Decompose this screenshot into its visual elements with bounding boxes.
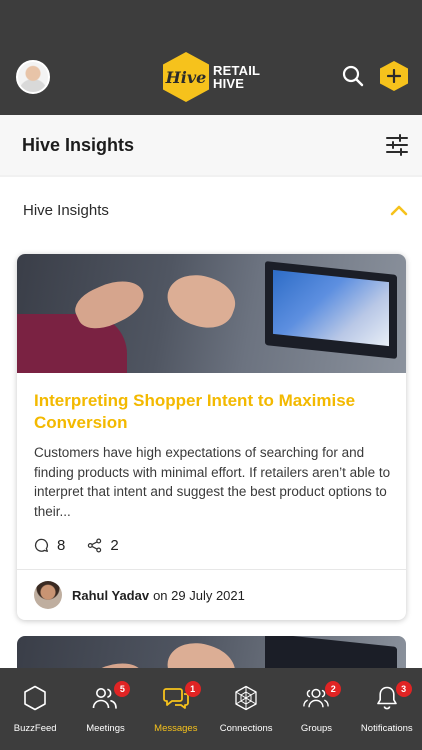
logo-wordmark: RETAIL HIVE: [213, 64, 260, 90]
logo-hexagon: Hive: [163, 52, 209, 102]
notification-badge: 2: [325, 681, 342, 697]
share-icon: [88, 538, 102, 553]
nav-label: Notifications: [360, 723, 413, 734]
comments-count: 8: [57, 537, 66, 554]
shares-stat[interactable]: 2: [87, 537, 119, 554]
image-hand-right: [160, 265, 242, 337]
nav-messages[interactable]: 1 Messages: [141, 668, 211, 750]
page-title: Hive Insights: [22, 135, 135, 155]
card-divider: [17, 569, 406, 570]
retail-hive-logo: Hive RETAIL HIVE: [163, 52, 260, 102]
profile-avatar[interactable]: [16, 60, 50, 94]
logo-mark-text: Hive: [165, 67, 207, 87]
bottom-navigation: BuzzFeed 5 Meetings 1 Messages Connectio…: [0, 668, 422, 750]
shares-count: 2: [110, 537, 119, 554]
nav-buzzfeed[interactable]: BuzzFeed: [0, 668, 70, 750]
post-date: on 29 July 2021: [153, 587, 245, 603]
nav-label: Messages: [154, 723, 198, 734]
notification-badge: 5: [114, 681, 131, 697]
image-laptop-screen: [273, 269, 389, 347]
network-icon: [233, 685, 259, 711]
notification-badge: 3: [395, 681, 412, 697]
section-title: Hive Insights: [23, 202, 109, 219]
nav-meetings[interactable]: 5 Meetings: [70, 668, 140, 750]
insight-card[interactable]: Interpreting Shopper Intent to Maximise …: [17, 254, 406, 620]
nav-connections[interactable]: Connections: [211, 668, 281, 750]
title-bar: Hive Insights: [0, 115, 422, 175]
filter-sliders-icon[interactable]: [386, 134, 408, 156]
article-excerpt: Customers have high expectations of sear…: [34, 445, 391, 519]
notification-badge: 1: [184, 681, 201, 697]
nav-groups[interactable]: 2 Groups: [281, 668, 351, 750]
section-header[interactable]: Hive Insights: [0, 177, 422, 240]
article-title[interactable]: Interpreting Shopper Intent to Maximise …: [34, 390, 389, 434]
logo-line2: HIVE: [213, 76, 245, 91]
nav-label: Connections: [219, 723, 273, 734]
search-icon[interactable]: [341, 64, 365, 88]
hexagon-icon: [22, 685, 48, 711]
chevron-up-icon[interactable]: [390, 203, 408, 216]
nav-notifications[interactable]: 3 Notifications: [352, 668, 422, 750]
author-name[interactable]: Rahul Yadav: [72, 588, 149, 603]
comment-icon: [34, 538, 49, 552]
article-image: [17, 254, 406, 373]
article-stats: 8 2: [34, 537, 141, 554]
nav-label: BuzzFeed: [13, 723, 57, 734]
author-row[interactable]: Rahul Yadav on 29 July 2021: [34, 581, 245, 609]
nav-label: Groups: [300, 723, 333, 734]
author-avatar[interactable]: [34, 581, 62, 609]
plus-icon: [387, 69, 401, 83]
nav-label: Meetings: [86, 723, 125, 734]
comments-stat[interactable]: 8: [34, 537, 65, 554]
